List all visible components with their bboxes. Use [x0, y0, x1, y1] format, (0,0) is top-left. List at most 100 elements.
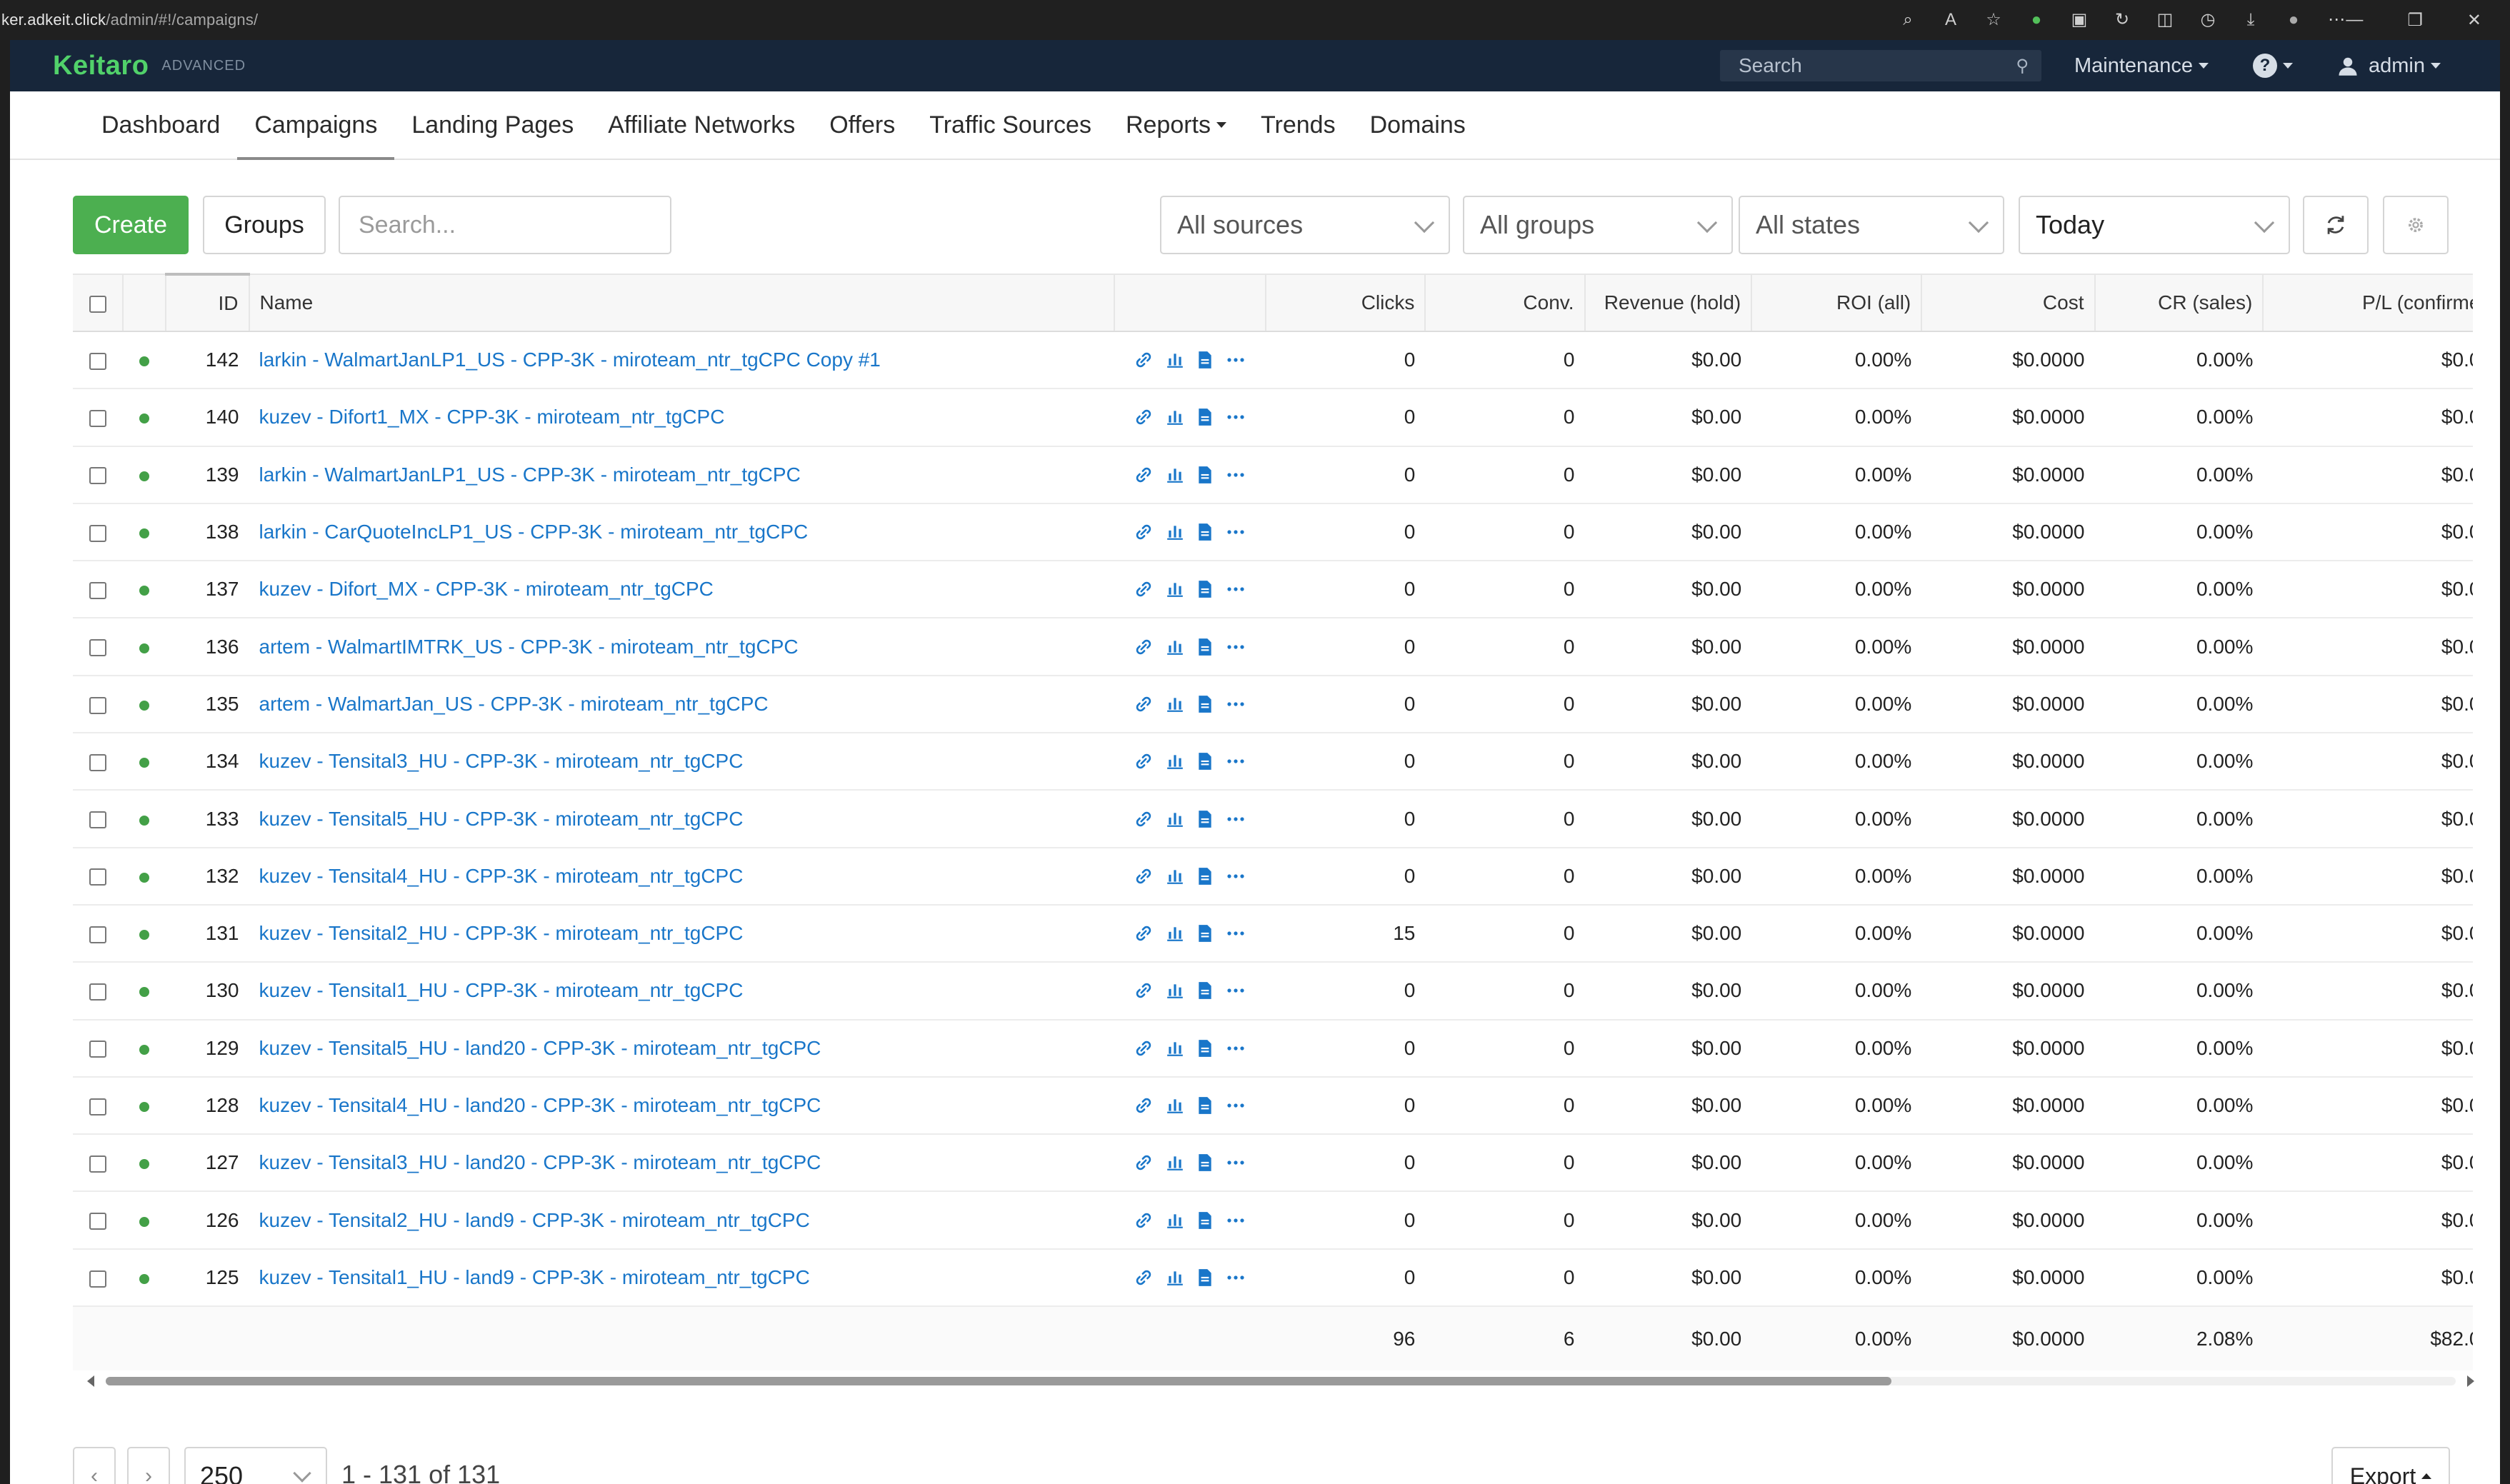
more-options-icon[interactable] — [1226, 638, 1246, 656]
column-header-id[interactable]: ID — [165, 273, 250, 332]
more-options-icon[interactable] — [1226, 523, 1246, 541]
column-header-name[interactable]: Name — [249, 274, 1115, 332]
document-icon[interactable] — [1197, 981, 1213, 1000]
campaign-name-link[interactable]: larkin - WalmartJanLP1_US - CPP-3K - mir… — [259, 463, 801, 486]
campaign-name-link[interactable]: kuzev - Tensital3_HU - land20 - CPP-3K -… — [259, 1151, 821, 1173]
table-row[interactable]: 130 kuzev - Tensital1_HU - CPP-3K - mirot… — [73, 962, 2473, 1021]
column-header-cost[interactable]: Cost — [1921, 274, 2096, 332]
close-icon[interactable]: ✕ — [2467, 10, 2481, 31]
restore-icon[interactable]: ❐ — [2407, 10, 2423, 31]
report-chart-icon[interactable] — [1166, 466, 1184, 484]
campaign-name-link[interactable]: larkin - CarQuoteIncLP1_US - CPP-3K - mi… — [259, 521, 809, 543]
next-page-button[interactable]: › — [127, 1447, 170, 1484]
document-icon[interactable] — [1197, 924, 1213, 943]
downloads-icon[interactable]: ⤓ — [2241, 11, 2260, 29]
column-settings-button[interactable] — [2383, 196, 2449, 254]
document-icon[interactable] — [1197, 466, 1213, 484]
link-icon[interactable] — [1134, 867, 1153, 886]
prev-page-button[interactable]: ‹ — [73, 1447, 116, 1484]
report-chart-icon[interactable] — [1166, 351, 1184, 369]
more-options-icon[interactable] — [1226, 752, 1246, 771]
more-options-icon[interactable] — [1226, 1268, 1246, 1287]
more-options-icon[interactable] — [1226, 1039, 1246, 1058]
user-menu[interactable]: admin — [2337, 40, 2441, 91]
more-options-icon[interactable] — [1226, 466, 1246, 484]
split-screen-icon[interactable]: ◫ — [2156, 11, 2174, 29]
campaign-name-link[interactable]: artem - WalmartIMTRK_US - CPP-3K - mirot… — [259, 636, 799, 658]
document-icon[interactable] — [1197, 1096, 1213, 1115]
table-row[interactable]: 131 kuzev - Tensital2_HU - CPP-3K - mirot… — [73, 904, 2473, 963]
report-chart-icon[interactable] — [1166, 981, 1184, 1000]
profile-avatar-icon[interactable]: ● — [2284, 11, 2303, 29]
table-row[interactable]: 132 kuzev - Tensital4_HU - CPP-3K - mirot… — [73, 847, 2473, 906]
row-checkbox[interactable] — [89, 811, 107, 829]
maintenance-menu[interactable]: Maintenance — [2074, 40, 2209, 91]
export-button[interactable]: Export — [2331, 1447, 2450, 1484]
refresh-extension-icon[interactable]: ↻ — [2113, 11, 2131, 29]
report-chart-icon[interactable] — [1166, 1153, 1184, 1172]
campaign-name-link[interactable]: kuzev - Tensital2_HU - land9 - CPP-3K - … — [259, 1209, 810, 1231]
link-icon[interactable] — [1134, 1211, 1153, 1230]
favorite-star-icon[interactable]: ☆ — [1984, 11, 2003, 29]
period-select[interactable]: Today — [2019, 196, 2290, 254]
campaign-name-link[interactable]: kuzev - Tensital2_HU - CPP-3K - miroteam… — [259, 922, 744, 944]
row-checkbox[interactable] — [89, 696, 107, 714]
link-icon[interactable] — [1134, 981, 1153, 1000]
refresh-button[interactable] — [2303, 196, 2369, 254]
table-row[interactable]: 126 kuzev - Tensital2_HU - land9 - CPP-3K… — [73, 1191, 2473, 1250]
groups-button[interactable]: Groups — [203, 196, 326, 254]
campaign-name-link[interactable]: kuzev - Tensital5_HU - land20 - CPP-3K -… — [259, 1037, 821, 1059]
more-options-icon[interactable] — [1226, 1096, 1246, 1115]
tab-affiliate-networks[interactable]: Affiliate Networks — [591, 91, 812, 159]
column-header-conv[interactable]: Conv. — [1425, 274, 1586, 332]
report-chart-icon[interactable] — [1166, 523, 1184, 541]
campaign-name-link[interactable]: kuzev - Tensital4_HU - land20 - CPP-3K -… — [259, 1094, 821, 1116]
more-options-icon[interactable] — [1226, 1211, 1246, 1230]
more-options-icon[interactable] — [1226, 867, 1246, 886]
document-icon[interactable] — [1197, 1153, 1213, 1172]
tab-campaigns[interactable]: Campaigns — [237, 91, 395, 160]
search-icon[interactable]: ⚲ — [2016, 56, 2029, 76]
more-menu-icon[interactable]: ⋯ — [2327, 11, 2346, 29]
row-checkbox[interactable] — [89, 352, 107, 370]
groups-select[interactable]: All groups — [1463, 196, 1733, 254]
campaign-name-link[interactable]: artem - WalmartJan_US - CPP-3K - mirotea… — [259, 693, 769, 715]
campaign-search-input[interactable] — [339, 196, 671, 254]
link-icon[interactable] — [1134, 580, 1153, 598]
row-checkbox[interactable] — [89, 983, 107, 1001]
report-chart-icon[interactable] — [1166, 638, 1184, 656]
row-checkbox[interactable] — [89, 581, 107, 599]
more-options-icon[interactable] — [1226, 580, 1246, 598]
table-row[interactable]: 129 kuzev - Tensital5_HU - land20 - CPP-3… — [73, 1019, 2473, 1078]
document-icon[interactable] — [1197, 351, 1213, 369]
more-options-icon[interactable] — [1226, 924, 1246, 943]
link-icon[interactable] — [1134, 408, 1153, 426]
campaign-name-link[interactable]: kuzev - Tensital1_HU - land9 - CPP-3K - … — [259, 1266, 810, 1288]
global-search-input[interactable] — [1720, 54, 1991, 77]
report-chart-icon[interactable] — [1166, 1039, 1184, 1058]
tab-domains[interactable]: Domains — [1353, 91, 1483, 159]
link-icon[interactable] — [1134, 752, 1153, 771]
document-icon[interactable] — [1197, 1268, 1213, 1287]
row-checkbox[interactable] — [89, 639, 107, 657]
link-icon[interactable] — [1134, 810, 1153, 828]
campaign-name-link[interactable]: larkin - WalmartJanLP1_US - CPP-3K - mir… — [259, 349, 881, 371]
report-chart-icon[interactable] — [1166, 752, 1184, 771]
campaign-name-link[interactable]: kuzev - Tensital1_HU - CPP-3K - miroteam… — [259, 979, 744, 1001]
document-icon[interactable] — [1197, 752, 1213, 771]
tab-dashboard[interactable]: Dashboard — [84, 91, 237, 159]
document-icon[interactable] — [1197, 810, 1213, 828]
more-options-icon[interactable] — [1226, 408, 1246, 426]
tab-trends[interactable]: Trends — [1244, 91, 1353, 159]
link-icon[interactable] — [1134, 638, 1153, 656]
column-header-pl[interactable]: P/L (confirmed — [2263, 274, 2473, 332]
document-icon[interactable] — [1197, 1039, 1213, 1058]
extension-icon[interactable]: ● — [2027, 11, 2046, 29]
row-checkbox[interactable] — [89, 1155, 107, 1173]
report-chart-icon[interactable] — [1166, 695, 1184, 713]
per-page-select[interactable]: 250 — [184, 1447, 327, 1484]
read-aloud-icon[interactable]: A — [1941, 11, 1960, 29]
row-checkbox[interactable] — [89, 524, 107, 542]
report-chart-icon[interactable] — [1166, 1211, 1184, 1230]
more-options-icon[interactable] — [1226, 695, 1246, 713]
